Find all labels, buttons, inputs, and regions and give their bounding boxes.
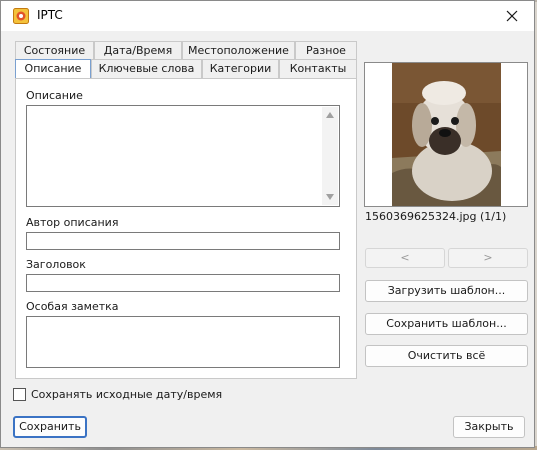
keep-date-checkbox[interactable]: [13, 388, 26, 401]
title-bar: IPTC: [1, 1, 534, 31]
headline-label: Заголовок: [26, 258, 86, 271]
tab-contacts[interactable]: Контакты: [279, 59, 357, 78]
save-button[interactable]: Сохранить: [13, 416, 87, 438]
headline-field[interactable]: [26, 274, 340, 292]
description-panel: Описание Автор описания Заголовок Особая…: [15, 78, 357, 379]
tab-misc[interactable]: Разное: [295, 41, 357, 60]
description-scrollbar[interactable]: [322, 107, 338, 205]
description-textarea[interactable]: [26, 105, 340, 207]
dog-photo-thumbnail: [392, 63, 501, 206]
author-field[interactable]: [26, 232, 340, 250]
load-template-button[interactable]: Загрузить шаблон...: [365, 280, 528, 302]
scroll-down-icon[interactable]: [325, 193, 335, 201]
tab-status[interactable]: Состояние: [15, 41, 94, 60]
special-note-textarea[interactable]: [26, 316, 340, 368]
scroll-up-icon[interactable]: [325, 111, 335, 119]
author-label: Автор описания: [26, 216, 119, 229]
close-icon: [506, 10, 518, 22]
window-title: IPTC: [37, 8, 63, 22]
next-image-button[interactable]: >: [448, 248, 528, 268]
photo-app-icon: [13, 8, 29, 24]
keep-date-label: Сохранять исходные дату/время: [31, 388, 223, 401]
close-window-button[interactable]: [490, 1, 534, 31]
clear-all-button[interactable]: Очистить всё: [365, 345, 528, 367]
tab-keywords[interactable]: Ключевые слова: [91, 59, 202, 78]
tab-datetime[interactable]: Дата/Время: [94, 41, 182, 60]
prev-image-button[interactable]: <: [365, 248, 445, 268]
tab-description[interactable]: Описание: [15, 59, 91, 79]
save-template-button[interactable]: Сохранить шаблон...: [365, 313, 528, 335]
description-label: Описание: [26, 89, 83, 102]
image-preview: [364, 62, 528, 207]
tab-location[interactable]: Местоположение: [182, 41, 295, 60]
image-filename: 1560369625324.jpg (1/1): [365, 210, 507, 223]
tab-categories[interactable]: Категории: [202, 59, 279, 78]
special-note-label: Особая заметка: [26, 300, 119, 313]
iptc-dialog: IPTC Состояние Дата/Время Местоположение…: [0, 0, 535, 448]
close-button[interactable]: Закрыть: [453, 416, 525, 438]
